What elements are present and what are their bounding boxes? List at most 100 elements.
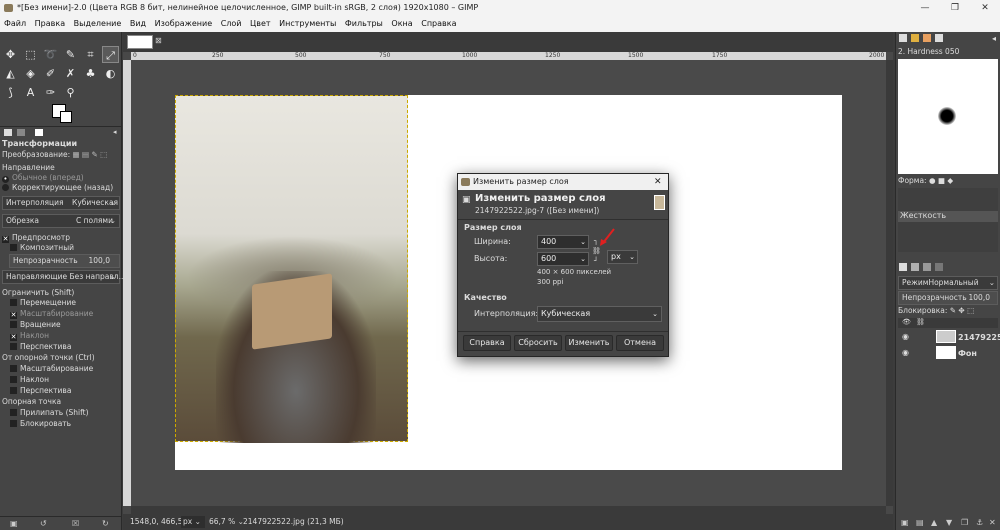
menu-filters[interactable]: Фильтры [345, 19, 383, 28]
scale-checkbox[interactable]: ✕ Масштабирование [10, 309, 93, 319]
reset-button[interactable]: Сбросить [514, 335, 562, 351]
interpolation-select[interactable]: Интерполяция Кубическая ⌄ [2, 196, 120, 210]
menu-layer[interactable]: Слой [221, 19, 242, 28]
move-checkbox[interactable]: Перемещение [10, 298, 76, 307]
resize-button[interactable]: Изменить [565, 335, 613, 351]
zoom-tool-icon[interactable]: ⚲ [62, 84, 79, 101]
brushes-tab-icon[interactable] [899, 34, 907, 42]
height-input[interactable]: 600 ⌄ [537, 252, 589, 266]
delete-layer-icon[interactable]: ✕ [989, 518, 996, 527]
layer-name: 2147922522 [958, 333, 1000, 342]
dialog-title: Изменить размер слоя [473, 177, 569, 186]
paintbrush-tool-icon[interactable]: ✐ [42, 65, 59, 82]
new-layer-icon[interactable]: ▣ [901, 518, 909, 527]
new-group-icon[interactable]: ▤ [916, 518, 924, 527]
unit-select[interactable]: px ⌄ [607, 250, 638, 264]
opacity-slider[interactable]: Непрозрачность 100,0 [9, 254, 120, 268]
interpolation-select[interactable]: Кубическая ⌄ [537, 306, 662, 322]
guides-select[interactable]: Направляющие Без направл... ⌄ [2, 270, 126, 284]
layer-row[interactable]: ◉ 2147922522 [898, 330, 1000, 344]
color-picker-tool-icon[interactable]: ✑ [42, 84, 59, 101]
menu-select[interactable]: Выделение [74, 19, 122, 28]
anchor-layer-icon[interactable]: ⚓ [976, 518, 983, 527]
dir-normal-radio[interactable]: • Обычное (вперед) [2, 173, 84, 183]
restore-options-icon[interactable]: ↺ [40, 519, 47, 528]
warp-tool-icon[interactable]: ◭ [2, 65, 19, 82]
horizontal-scrollbar[interactable] [131, 506, 886, 514]
patterns-tab-icon[interactable] [911, 34, 919, 42]
snap-checkbox[interactable]: Прилипать (Shift) [10, 408, 89, 417]
clipping-select[interactable]: Обрезка С полями ⌄ [2, 214, 120, 228]
composite-checkbox[interactable]: Композитный [10, 243, 74, 252]
lower-layer-icon[interactable]: ▼ [946, 518, 952, 527]
layer-row[interactable]: ◉ Фон [898, 346, 998, 360]
fonts-tab-icon[interactable] [935, 34, 943, 42]
pivot-scale-checkbox[interactable]: Масштабирование [10, 364, 93, 373]
rotate-checkbox[interactable]: Вращение [10, 320, 61, 329]
lasso-tool-icon[interactable]: ➰ [42, 46, 59, 63]
menu-image[interactable]: Изображение [155, 19, 213, 28]
dialog-close-icon[interactable]: ✕ [654, 174, 662, 190]
duplicate-layer-icon[interactable]: ❐ [961, 518, 968, 527]
image-tab-strip: ⊠ [123, 32, 893, 52]
pivot-shear-checkbox[interactable]: Наклон [10, 375, 49, 384]
delete-options-icon[interactable]: ☒ [72, 519, 79, 528]
menu-windows[interactable]: Окна [391, 19, 412, 28]
visibility-eye-icon[interactable]: ◉ [902, 332, 909, 341]
menu-color[interactable]: Цвет [250, 19, 271, 28]
zoom-select[interactable]: 66,7 % ⌄ [209, 514, 244, 530]
image-tab-thumbnail[interactable] [127, 35, 153, 49]
vertical-scrollbar[interactable] [886, 60, 893, 506]
paths-tool-icon[interactable]: ⟆ [2, 84, 19, 101]
reset-options-icon[interactable]: ↻ [102, 519, 109, 528]
gimp-logo-icon [461, 178, 470, 186]
layer-mode-select[interactable]: РежимНормальный ⌄ [898, 276, 998, 290]
menu-help[interactable]: Справка [421, 19, 456, 28]
crop-tool-icon[interactable]: ⌗ [82, 46, 99, 63]
clone-tool-icon[interactable]: ♣ [82, 65, 99, 82]
save-options-icon[interactable]: ▣ [10, 519, 18, 528]
help-button[interactable]: Справка [463, 335, 511, 351]
pivot-perspective-checkbox[interactable]: Перспектива [10, 386, 71, 395]
fuzzy-select-tool-icon[interactable]: ✎ [62, 46, 79, 63]
scale-tool-icon[interactable]: ⤢ [102, 46, 119, 63]
gradients-tab-icon[interactable] [923, 34, 931, 42]
background-color-swatch[interactable] [60, 111, 72, 123]
channels-tab-icon[interactable] [911, 263, 919, 271]
menu-tools[interactable]: Инструменты [279, 19, 336, 28]
undo-tab-icon[interactable] [935, 263, 943, 271]
cancel-button[interactable]: Отмена [616, 335, 664, 351]
menu-edit[interactable]: Правка [35, 19, 65, 28]
menu-file[interactable]: Файл [4, 19, 26, 28]
layer-opacity-slider[interactable]: Непрозрачность 100,0 [898, 291, 998, 305]
dir-corrective-radio[interactable]: Корректирующее (назад) [2, 183, 113, 192]
panel-menu-icon[interactable]: ◂ [113, 128, 117, 136]
visibility-eye-icon[interactable]: ◉ [902, 348, 909, 357]
close-tab-icon[interactable]: ⊠ [155, 36, 162, 45]
tool-options-tab-icon[interactable] [4, 129, 12, 136]
lock-checkbox[interactable]: Блокировать [10, 419, 71, 428]
smudge-tool-icon[interactable]: ◐ [102, 65, 119, 82]
minimize-button[interactable]: — [910, 0, 940, 16]
close-button[interactable]: ✕ [970, 0, 1000, 16]
eraser-tool-icon[interactable]: ✗ [62, 65, 79, 82]
text-tool-icon[interactable]: A [22, 84, 39, 101]
panel-menu-icon[interactable]: ◂ [992, 34, 996, 43]
unit-select[interactable]: px ⌄ [181, 516, 205, 528]
perspective-checkbox[interactable]: Перспектива [10, 342, 71, 351]
menu-view[interactable]: Вид [130, 19, 146, 28]
raise-layer-icon[interactable]: ▲ [931, 518, 937, 527]
width-input[interactable]: 400 ⌄ [537, 235, 589, 249]
bucket-fill-tool-icon[interactable]: ◈ [22, 65, 39, 82]
move-tool-icon[interactable]: ✥ [2, 46, 19, 63]
device-status-tab-icon[interactable] [17, 129, 25, 136]
rect-select-tool-icon[interactable]: ⬚ [22, 46, 39, 63]
brush-preview[interactable] [898, 59, 998, 174]
preview-checkbox[interactable]: ✕ Предпросмотр [2, 233, 70, 243]
shear-checkbox[interactable]: ✕ Наклон [10, 331, 49, 341]
layers-tab-icon[interactable] [899, 263, 907, 271]
hardness-slider[interactable]: Жесткость [898, 211, 998, 222]
paths-tab-icon[interactable] [923, 263, 931, 271]
maximize-button[interactable]: ❐ [940, 0, 970, 16]
images-tab-icon[interactable] [35, 129, 43, 136]
